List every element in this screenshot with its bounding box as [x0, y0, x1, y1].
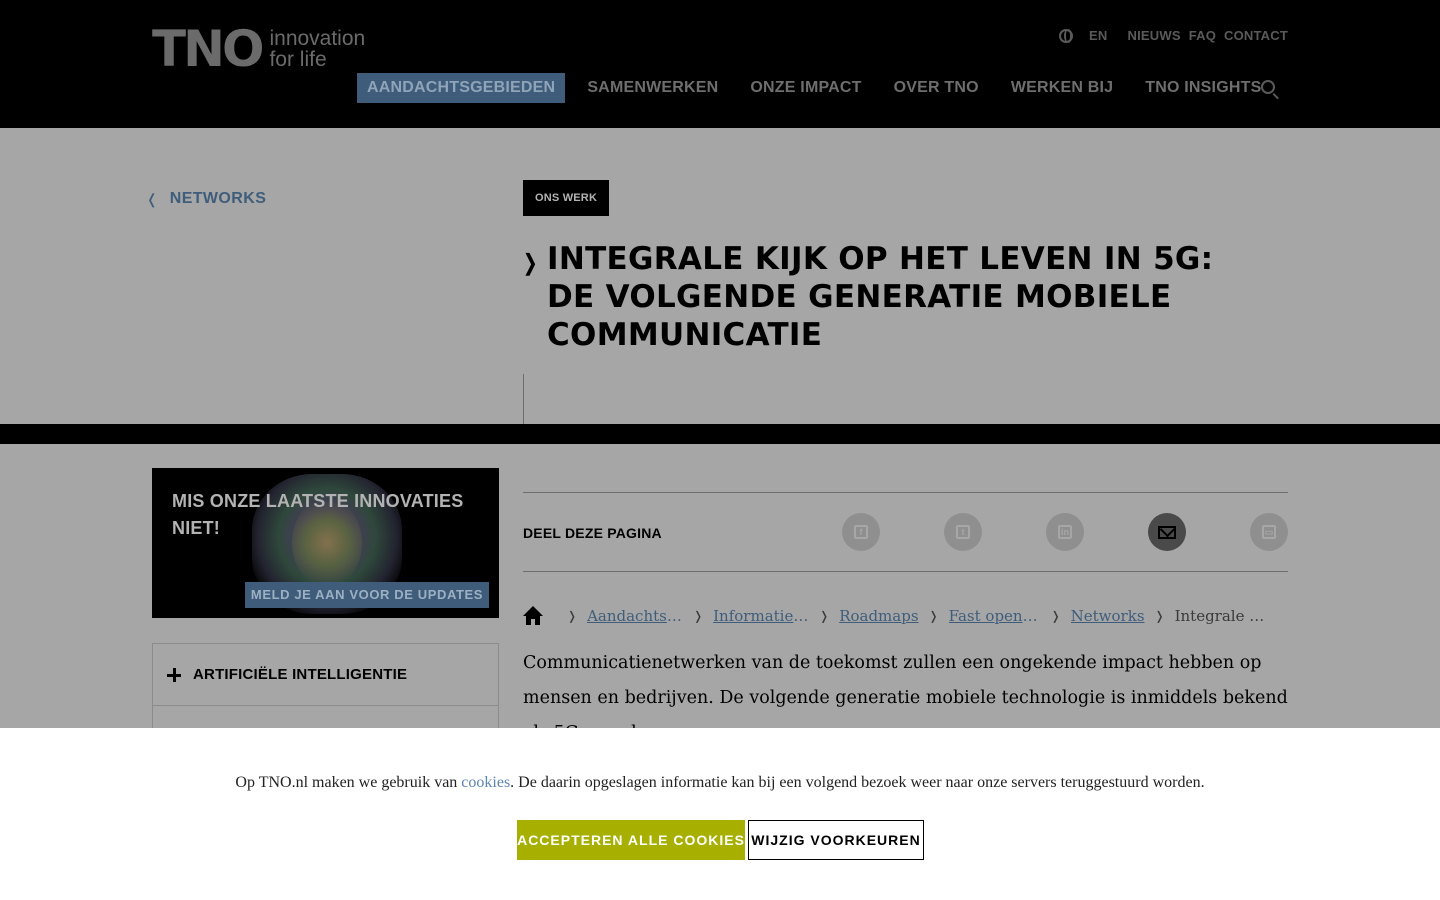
breadcrumb: ❭ Aandachtsg… ❭ Informatie … ❭ Roadmaps …	[523, 606, 1271, 626]
breadcrumb-separator: ❭	[1154, 609, 1165, 623]
breadcrumb-item[interactable]: Roadmaps	[839, 607, 918, 625]
nav-item-aandachtsgebieden[interactable]: AANDACHTSGEBIEDEN	[357, 73, 566, 103]
plus-icon	[167, 667, 181, 682]
main-nav: AANDACHTSGEBIEDEN SAMENWERKEN ONZE IMPAC…	[357, 73, 1283, 103]
hero-section: ❬ NETWORKS ONS WERK ❭ INTEGRALE KIJK OP …	[0, 128, 1440, 424]
breadcrumb-current: Integrale ki…	[1174, 607, 1271, 625]
share-divider-top	[523, 492, 1288, 493]
accept-all-cookies-button[interactable]: ACCEPTEREN ALLE COOKIES	[517, 820, 745, 860]
change-preferences-button[interactable]: WIJZIG VOORKEUREN	[748, 820, 924, 860]
subscribe-updates-button[interactable]: MELD JE AAN VOOR DE UPDATES	[245, 582, 489, 608]
tno-logo[interactable]: TNO innovation for life	[152, 20, 365, 78]
nav-item-over-tno[interactable]: OVER TNO	[884, 73, 989, 103]
nav-item-tno-insights[interactable]: TNO INSIGHTS	[1135, 73, 1271, 103]
utility-nav: EN NIEUWS FAQ CONTACT	[1059, 28, 1288, 43]
mail-icon	[1158, 525, 1176, 539]
breadcrumb-item[interactable]: Networks	[1071, 607, 1145, 625]
site-header: TNO innovation for life EN NIEUWS FAQ CO…	[0, 0, 1440, 128]
cookies-link[interactable]: cookies	[461, 774, 510, 791]
breadcrumb-separator: ❭	[567, 609, 578, 623]
logo-mark: TNO	[152, 20, 264, 78]
facebook-icon: f	[854, 525, 868, 539]
nav-item-samenwerken[interactable]: SAMENWERKEN	[577, 73, 728, 103]
chevron-right-icon: ❭	[521, 250, 540, 275]
contact-link[interactable]: CONTACT	[1224, 28, 1288, 43]
hero-bottom-bar	[0, 424, 1440, 444]
news-link[interactable]: NIEUWS	[1127, 28, 1180, 43]
share-email-button[interactable]	[1148, 513, 1186, 551]
print-icon: ▭	[1262, 525, 1276, 539]
breadcrumb-separator: ❭	[928, 609, 939, 623]
faq-link[interactable]: FAQ	[1189, 28, 1216, 43]
globe-icon[interactable]	[1059, 28, 1074, 43]
cookie-banner: Op TNO.nl maken we gebruik van cookies. …	[0, 728, 1440, 900]
newsletter-promo: MIS ONZE LAATSTE INNOVATIES NIET! MELD J…	[152, 468, 499, 618]
logo-tagline-line-1: innovation	[269, 27, 366, 50]
accordion-item-label: ARTIFICIËLE INTELLIGENTIE	[193, 666, 408, 683]
accordion-item-ai[interactable]: ARTIFICIËLE INTELLIGENTIE	[153, 644, 498, 706]
logo-tagline: innovation for life	[269, 28, 365, 70]
breadcrumb-item[interactable]: Fast open i…	[949, 607, 1041, 625]
content-type-tag: ONS WERK	[523, 180, 610, 216]
page-title: INTEGRALE KIJK OP HET LEVEN IN 5G: DE VO…	[547, 241, 1214, 353]
share-linkedin-button[interactable]: in	[1046, 513, 1084, 551]
home-icon[interactable]	[523, 606, 543, 626]
linkedin-icon: in	[1058, 525, 1072, 539]
language-switch-link[interactable]: EN	[1089, 28, 1107, 43]
breadcrumb-separator: ❭	[693, 609, 704, 623]
divider	[523, 374, 524, 424]
print-button[interactable]: ▭	[1250, 513, 1288, 551]
cookie-text-before: Op TNO.nl maken we gebruik van	[235, 774, 462, 791]
nav-item-onze-impact[interactable]: ONZE IMPACT	[740, 73, 871, 103]
breadcrumb-item[interactable]: Informatie …	[713, 607, 809, 625]
cookie-text-after: . De daarin opgeslagen informatie kan bi…	[510, 774, 1205, 791]
breadcrumb-item[interactable]: Aandachtsg…	[587, 607, 683, 625]
promo-heading: MIS ONZE LAATSTE INNOVATIES NIET!	[172, 491, 464, 538]
back-link[interactable]: ❬ NETWORKS	[146, 190, 266, 208]
twitter-icon: t	[956, 525, 970, 539]
cookie-message: Op TNO.nl maken we gebruik van cookies. …	[0, 774, 1440, 792]
breadcrumb-separator: ❭	[819, 609, 830, 623]
share-label: DEEL DEZE PAGINA	[523, 525, 662, 541]
share-twitter-button[interactable]: t	[944, 513, 982, 551]
breadcrumb-separator: ❭	[1050, 609, 1061, 623]
chevron-left-icon: ❬	[146, 190, 158, 207]
share-divider-bottom	[523, 571, 1288, 572]
back-link-label: NETWORKS	[169, 190, 267, 207]
logo-tagline-line-2: for life	[269, 48, 327, 71]
nav-item-werken-bij[interactable]: WERKEN BIJ	[1001, 73, 1123, 103]
share-facebook-button[interactable]: f	[842, 513, 880, 551]
search-icon[interactable]	[1261, 80, 1275, 94]
